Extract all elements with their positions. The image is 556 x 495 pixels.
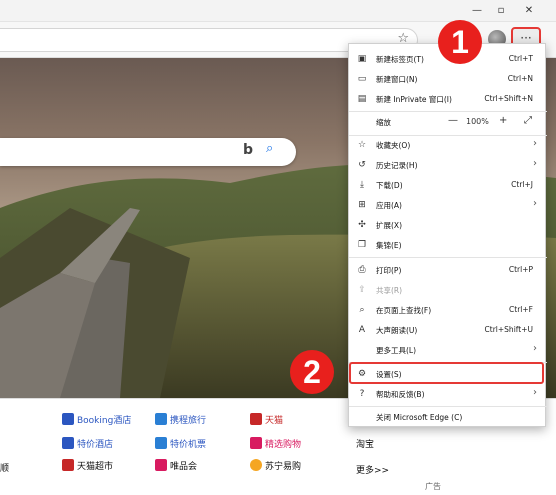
link-label: 苏宁易购 bbox=[265, 462, 302, 472]
quick-link[interactable]: 携程旅行 bbox=[155, 413, 206, 426]
menu-label: 下载(D) bbox=[376, 181, 403, 190]
quick-link[interactable]: 特价酒店 bbox=[62, 437, 113, 450]
menu-item-read-aloud[interactable]: A 大声朗读(U) Ctrl+Shift+U bbox=[349, 321, 547, 341]
menu-label: 收藏夹(O) bbox=[376, 141, 411, 150]
link-label: 淘宝 bbox=[356, 440, 375, 450]
menu-shortcut: Ctrl+F bbox=[509, 305, 533, 314]
menu-item-inprivate[interactable]: ▤ 新建 InPrivate 窗口(I) Ctrl+Shift+N bbox=[349, 90, 547, 110]
menu-label: 新建标签页(T) bbox=[376, 55, 424, 64]
maximize-button[interactable]: ▫ bbox=[492, 3, 510, 19]
menu-shortcut: Ctrl+Shift+N bbox=[484, 94, 533, 103]
link-label: 天猫 bbox=[265, 416, 284, 426]
menu-item-find-on-page[interactable]: ⌕ 在页面上查找(F) Ctrl+F bbox=[349, 301, 547, 321]
quick-link[interactable]: 特价机票 bbox=[155, 437, 206, 450]
history-icon: ↺ bbox=[358, 160, 366, 170]
menu-item-collections[interactable]: ❐ 集锦(E) bbox=[349, 236, 547, 256]
apps-icon: ⊞ bbox=[358, 200, 366, 210]
chevron-right-icon: › bbox=[533, 387, 537, 398]
read-aloud-icon: A bbox=[358, 325, 366, 335]
menu-shortcut: Ctrl+Shift+U bbox=[484, 325, 533, 334]
menu-item-downloads[interactable]: ⤓ 下载(D) Ctrl+J bbox=[349, 176, 547, 196]
quick-link[interactable]: 精选购物 bbox=[250, 437, 301, 450]
magnifier-icon[interactable]: ⌕ bbox=[266, 141, 273, 156]
quick-link[interactable]: Booking酒店 bbox=[62, 413, 131, 426]
menu-label: 关闭 Microsoft Edge (C) bbox=[376, 413, 463, 422]
menu-item-history[interactable]: ↺ 历史记录(H) › bbox=[349, 156, 547, 176]
menu-divider bbox=[349, 257, 547, 258]
close-window-button[interactable]: ✕ bbox=[520, 3, 538, 19]
menu-label: 扩展(X) bbox=[376, 221, 402, 230]
zoom-out-button[interactable]: — bbox=[448, 115, 458, 126]
settings-highlight-box bbox=[349, 362, 544, 384]
quick-link[interactable]: 唯品会 bbox=[155, 459, 197, 472]
menu-label: 历史记录(H) bbox=[376, 161, 418, 170]
print-icon: ⎙ bbox=[358, 265, 366, 275]
chevron-right-icon: › bbox=[533, 138, 537, 149]
menu-item-zoom: 缩放 — 100% + ⤢ bbox=[349, 113, 547, 133]
quick-link[interactable]: 淘宝 bbox=[356, 437, 374, 450]
link-label: 特价酒店 bbox=[77, 440, 114, 450]
link-label: 携程旅行 bbox=[170, 416, 207, 426]
menu-label: 新建窗口(N) bbox=[376, 75, 418, 84]
menu-label: 新建 InPrivate 窗口(I) bbox=[376, 95, 452, 104]
help-icon: ? bbox=[359, 389, 365, 399]
link-label: 特价机票 bbox=[170, 440, 207, 450]
link-label: 天猫超市 bbox=[77, 462, 114, 472]
menu-shortcut: Ctrl+N bbox=[507, 74, 533, 83]
menu-item-favorites[interactable]: ☆ 收藏夹(O) › bbox=[349, 136, 547, 156]
partial-left-link[interactable]: 顺 bbox=[0, 461, 9, 474]
step-badge-2: 2 bbox=[290, 350, 334, 394]
title-bar: — ▫ ✕ bbox=[0, 0, 556, 22]
menu-item-extensions[interactable]: ✣ 扩展(X) bbox=[349, 216, 547, 236]
menu-item-new-window[interactable]: ▭ 新建窗口(N) Ctrl+N bbox=[349, 70, 547, 90]
menu-divider bbox=[349, 406, 547, 407]
menu-label: 大声朗读(U) bbox=[376, 326, 418, 335]
step-badge-1: 1 bbox=[438, 20, 482, 64]
more-link[interactable]: 更多>> bbox=[356, 463, 389, 476]
menu-item-help[interactable]: ? 帮助和反馈(B) › bbox=[349, 385, 547, 405]
share-icon: ⇪ bbox=[358, 285, 366, 295]
menu-item-apps[interactable]: ⊞ 应用(A) › bbox=[349, 196, 547, 216]
zoom-in-button[interactable]: + bbox=[499, 115, 507, 126]
menu-label: 更多工具(L) bbox=[376, 346, 417, 355]
menu-shortcut: Ctrl+P bbox=[508, 265, 533, 274]
web-search-box[interactable]: b ⌕ bbox=[0, 138, 296, 166]
new-tab-icon: ▣ bbox=[357, 54, 367, 64]
menu-item-more-tools[interactable]: 更多工具(L) › bbox=[349, 341, 547, 361]
bing-icon: b bbox=[243, 142, 254, 158]
quick-link[interactable]: 天猫超市 bbox=[62, 459, 113, 472]
fullscreen-icon[interactable]: ⤢ bbox=[524, 115, 532, 126]
menu-shortcut: Ctrl+J bbox=[511, 180, 533, 189]
menu-item-share: ⇪ 共享(R) bbox=[349, 281, 547, 301]
zoom-value: 100% bbox=[466, 117, 489, 126]
quick-link[interactable]: 苏宁易购 bbox=[250, 459, 301, 472]
extensions-icon: ✣ bbox=[358, 220, 366, 230]
link-label: 精选购物 bbox=[265, 440, 302, 450]
link-label: 唯品会 bbox=[170, 462, 198, 472]
ad-label: 广告 bbox=[425, 482, 441, 491]
inprivate-icon: ▤ bbox=[357, 94, 367, 104]
favorites-icon: ☆ bbox=[357, 140, 367, 150]
menu-label: 应用(A) bbox=[376, 201, 402, 210]
menu-item-close-edge[interactable]: 关闭 Microsoft Edge (C) bbox=[349, 408, 547, 428]
collections-icon: ❐ bbox=[357, 240, 367, 250]
zoom-label: 缩放 bbox=[376, 118, 391, 127]
menu-label: 在页面上查找(F) bbox=[376, 306, 432, 315]
find-icon: ⌕ bbox=[359, 305, 365, 315]
download-icon: ⤓ bbox=[360, 180, 364, 190]
new-window-icon: ▭ bbox=[357, 74, 367, 84]
menu-label: 帮助和反馈(B) bbox=[376, 390, 425, 399]
link-label: Booking酒店 bbox=[77, 416, 132, 426]
menu-divider bbox=[349, 111, 547, 112]
menu-label: 共享(R) bbox=[376, 286, 403, 295]
chevron-right-icon: › bbox=[533, 343, 537, 354]
menu-label: 集锦(E) bbox=[376, 241, 402, 250]
menu-label: 打印(P) bbox=[376, 266, 402, 275]
minimize-button[interactable]: — bbox=[468, 3, 486, 19]
chevron-right-icon: › bbox=[533, 198, 537, 209]
chevron-right-icon: › bbox=[533, 158, 537, 169]
quick-link[interactable]: 天猫 bbox=[250, 413, 283, 426]
menu-item-print[interactable]: ⎙ 打印(P) Ctrl+P bbox=[349, 261, 547, 281]
menu-shortcut: Ctrl+T bbox=[508, 54, 533, 63]
